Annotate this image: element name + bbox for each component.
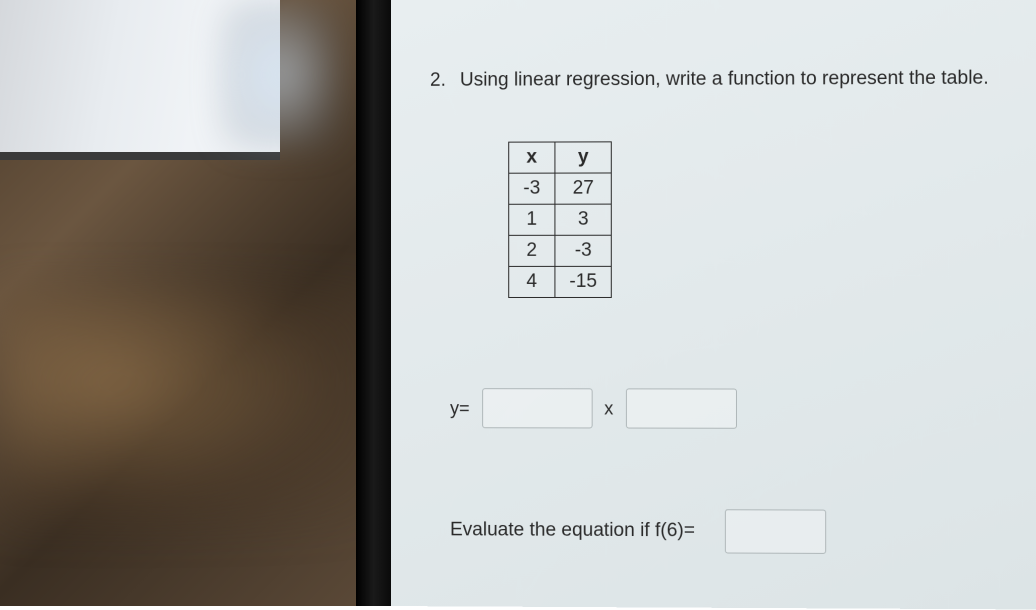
data-table: x y -3 27 1 3 2 -3 4 -15 [508, 141, 612, 298]
slope-input[interactable] [482, 388, 593, 428]
evaluate-prompt: Evaluate the equation if f(6)= [450, 519, 695, 542]
table-row: 2 -3 [509, 235, 612, 266]
cell-x: 2 [509, 235, 555, 266]
cell-x: 4 [509, 266, 555, 297]
quiz-content-panel: 2. Using linear regression, write a func… [380, 0, 1036, 610]
header-y: y [555, 142, 612, 173]
cell-y: -15 [555, 266, 612, 297]
question-row: 2. Using linear regression, write a func… [430, 67, 1002, 91]
monitor-bezel [356, 0, 391, 606]
x-separator-label: x [604, 398, 613, 419]
cell-y: -3 [555, 235, 612, 266]
table-row: -3 27 [509, 173, 612, 204]
cell-y: 27 [555, 173, 612, 204]
question-text: Using linear regression, write a functio… [460, 68, 989, 92]
cell-y: 3 [555, 204, 612, 235]
header-x: x [509, 142, 555, 173]
function-answer-row: y= x [450, 388, 1002, 429]
cell-x: -3 [509, 173, 555, 204]
cell-x: 1 [509, 204, 555, 235]
evaluate-row: Evaluate the equation if f(6)= [450, 508, 1002, 554]
question-number: 2. [430, 70, 446, 92]
table-row: 1 3 [509, 204, 612, 235]
desk-blur [0, 286, 380, 526]
y-equals-label: y= [450, 398, 470, 419]
evaluate-input[interactable] [725, 509, 826, 554]
classroom-background [0, 0, 380, 606]
screen-reflection [220, 0, 340, 150]
table-header-row: x y [509, 142, 612, 173]
intercept-input[interactable] [625, 388, 736, 428]
table-row: 4 -15 [509, 266, 612, 297]
